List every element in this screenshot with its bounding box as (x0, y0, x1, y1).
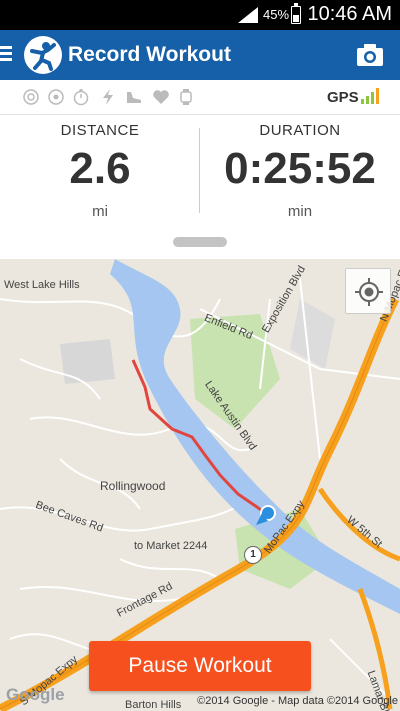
distance-value: 2.6 (69, 144, 131, 193)
duration-value: 0:25:52 (224, 144, 376, 193)
distance-stat: DISTANCE 2.6 mi (0, 115, 200, 220)
gps-label: GPS (327, 89, 359, 106)
highway-shield: 1 (244, 546, 262, 564)
target-icon[interactable] (47, 88, 65, 106)
watch-icon[interactable] (177, 88, 195, 106)
battery-icon (291, 3, 301, 24)
drawer-handle[interactable] (173, 237, 227, 247)
my-location-button[interactable] (345, 268, 391, 314)
map-label: West Lake Hills (4, 279, 80, 291)
duration-stat: DURATION 0:25:52 min (200, 115, 400, 220)
stats-panel: DISTANCE 2.6 mi DURATION 0:25:52 min (0, 115, 400, 259)
google-logo: Google (6, 685, 65, 704)
heart-rate-icon[interactable] (152, 88, 170, 106)
duration-unit: min (287, 203, 313, 220)
shoe-icon[interactable] (125, 88, 143, 106)
distance-label: DISTANCE (60, 122, 140, 139)
map-copyright: ©2014 Google - Map data ©2014 Google (197, 695, 398, 707)
status-bar: 45% 10:46 AM (0, 0, 400, 30)
signal-icon (238, 7, 258, 23)
app-bar: Record Workout (0, 30, 400, 80)
distance-unit: mi (92, 203, 108, 220)
audio-coach-icon[interactable] (22, 88, 40, 106)
camera-icon[interactable] (356, 42, 384, 68)
timer-icon[interactable] (72, 88, 90, 106)
gps-signal-icon (361, 88, 379, 104)
runner-icon (30, 42, 56, 71)
map-view[interactable]: West Lake Hills Enfield Rd Exposition Bl… (0, 259, 400, 711)
sensor-strip: GPS (0, 80, 400, 115)
map-label: Rollingwood (100, 479, 166, 493)
crosshair-icon (355, 278, 383, 306)
map-label: to Market 2244 (134, 540, 208, 552)
map-label: Barton Hills (125, 699, 182, 711)
pause-workout-button[interactable]: Pause Workout (89, 641, 311, 691)
app-logo (24, 36, 62, 74)
clock: 10:46 AM (307, 3, 392, 25)
lightning-icon[interactable] (99, 88, 117, 106)
battery-percent: 45% (263, 7, 290, 22)
menu-icon[interactable] (0, 46, 12, 62)
duration-label: DURATION (259, 122, 341, 139)
page-title: Record Workout (68, 43, 231, 66)
